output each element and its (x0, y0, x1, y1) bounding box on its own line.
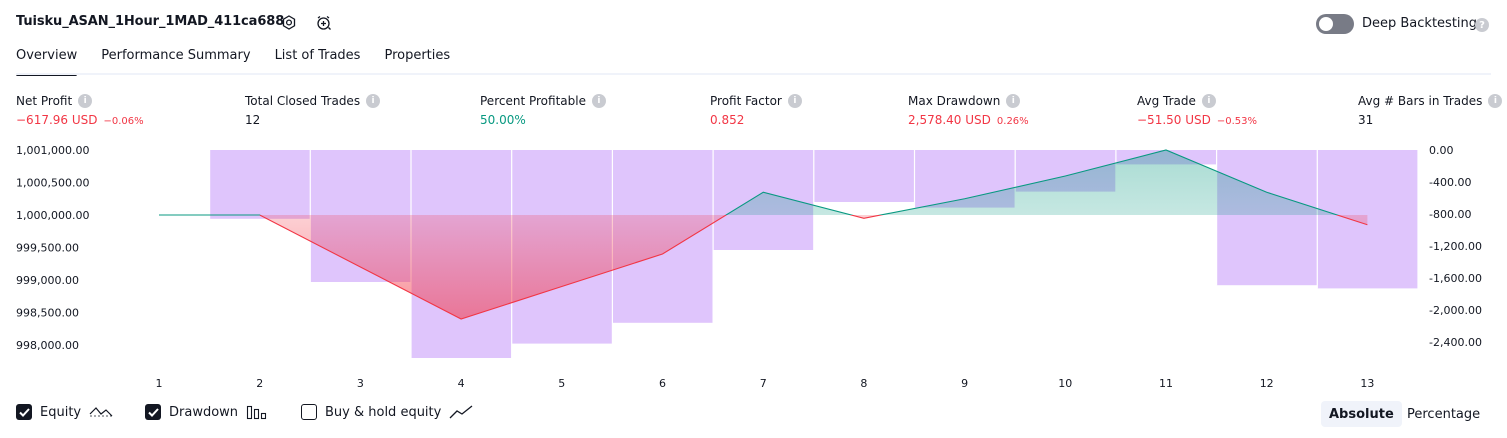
left-tick-label: 998,000.00 (16, 339, 79, 352)
metric-value: −51.50 USD (1137, 113, 1211, 127)
x-tick-label: 1 (156, 377, 163, 390)
left-tick-label: 999,500.00 (16, 242, 79, 255)
metric-value: 0.852 (710, 113, 745, 127)
metric-value: 50.00% (480, 113, 526, 127)
x-tick-label: 5 (558, 377, 565, 390)
metric-percent: −0.06% (103, 116, 144, 127)
drawdown-bar (1216, 150, 1317, 286)
equity-drawdown-chart[interactable]: 1,001,000.00 1,000,500.00 1,000,000.00 999,… (0, 136, 1507, 396)
drawdown-bar (209, 150, 310, 219)
x-tick-label: 11 (1159, 377, 1173, 390)
info-icon[interactable]: i (787, 94, 802, 108)
metric-percent-profitable: Percent Profitable i 50.00% (480, 94, 606, 127)
right-tick-label: 0.00 (1429, 144, 1454, 157)
x-tick-label: 4 (458, 377, 465, 390)
right-tick-label: -1,600.00 (1429, 272, 1482, 285)
right-tick-label: -1,200.00 (1429, 240, 1482, 253)
deep-backtesting-toggle[interactable] (1316, 14, 1354, 34)
absolute-button[interactable]: Absolute (1321, 401, 1402, 427)
legend-equity[interactable]: Equity (16, 404, 113, 420)
x-tick-label: 10 (1058, 377, 1072, 390)
x-tick-label: 3 (357, 377, 364, 390)
right-tick-label: -2,000.00 (1429, 304, 1482, 317)
metric-value: −617.96 USD (16, 113, 98, 127)
x-tick-label: 12 (1260, 377, 1274, 390)
metric-profit-factor: Profit Factor i 0.852 (710, 94, 802, 127)
metric-label: Max Drawdown (908, 94, 1001, 108)
x-tick-label: 2 (256, 377, 263, 390)
info-icon[interactable]: i (78, 94, 93, 108)
metric-label: Avg Trade (1137, 94, 1196, 108)
metric-value: 31 (1358, 113, 1374, 127)
toggle-knob (1319, 17, 1333, 31)
metric-label: Profit Factor (710, 94, 782, 108)
tab-performance-summary[interactable]: Performance Summary (101, 48, 250, 74)
x-axis: 1 2 3 4 5 6 7 8 9 10 11 12 13 (156, 377, 1375, 390)
info-icon[interactable]: i (591, 94, 606, 108)
drawdown-bar (813, 150, 914, 202)
right-tick-label: -800.00 (1429, 208, 1471, 221)
right-axis: 0.00 -400.00 -800.00 -1,200.00 -1,600.00 -2,0… (1429, 144, 1482, 349)
metric-label: Net Profit (16, 94, 73, 108)
metric-percent: 0.26% (996, 116, 1029, 127)
legend-buy-hold-equity[interactable]: Buy & hold equity (301, 404, 473, 420)
x-tick-label: 13 (1360, 377, 1374, 390)
buy-hold-line-icon (449, 405, 473, 419)
x-tick-label: 8 (860, 377, 867, 390)
legend-label: Drawdown (169, 404, 239, 420)
metric-label: Total Closed Trades (245, 94, 361, 108)
metric-value: 2,578.40 USD (908, 113, 991, 127)
legend-drawdown[interactable]: Drawdown (145, 404, 268, 420)
alarm-add-icon[interactable] (313, 12, 335, 34)
tab-list-of-trades[interactable]: List of Trades (275, 48, 361, 74)
metric-net-profit: Net Profit i −617.96 USD −0.06% (16, 94, 144, 127)
metric-percent: −0.53% (1216, 116, 1258, 127)
left-tick-label: 1,000,500.00 (16, 177, 89, 190)
metric-max-drawdown: Max Drawdown i 2,578.40 USD 0.26% (908, 94, 1029, 127)
checkbox-checked[interactable] (145, 404, 161, 420)
help-icon[interactable]: ? (1475, 18, 1489, 32)
metric-label: Avg # Bars in Trades (1358, 94, 1483, 108)
info-icon[interactable]: i (366, 94, 381, 108)
x-tick-label: 7 (760, 377, 767, 390)
percentage-button[interactable]: Percentage (1399, 401, 1488, 427)
checkbox-checked[interactable] (16, 404, 32, 420)
legend-label: Equity (40, 404, 82, 420)
metric-value: 12 (245, 113, 261, 127)
metric-label: Percent Profitable (480, 94, 586, 108)
metric-total-closed-trades: Total Closed Trades i 12 (245, 94, 381, 127)
x-tick-label: 9 (961, 377, 968, 390)
left-tick-label: 1,001,000.00 (16, 144, 89, 157)
info-icon[interactable]: i (1006, 94, 1021, 108)
left-tick-label: 1,000,000.00 (16, 209, 89, 222)
checkbox-unchecked[interactable] (301, 404, 317, 420)
left-tick-label: 998,500.00 (16, 307, 79, 320)
tabs-divider (16, 73, 1491, 75)
left-axis: 1,001,000.00 1,000,500.00 1,000,000.00 999,… (16, 144, 89, 352)
tab-overview[interactable]: Overview (16, 48, 78, 76)
report-tabs: Overview Performance Summary List of Tra… (16, 48, 450, 76)
equity-line-icon (89, 407, 113, 417)
drawdown-bars-icon (246, 405, 267, 420)
tab-properties[interactable]: Properties (384, 48, 450, 74)
deep-backtesting-label: Deep Backtesting (1362, 16, 1478, 31)
right-tick-label: -400.00 (1429, 176, 1471, 189)
metric-avg-bars-in-trades: Avg # Bars in Trades i 31 (1358, 94, 1503, 127)
left-tick-label: 999,000.00 (16, 274, 79, 287)
legend-label: Buy & hold equity (325, 404, 442, 420)
x-tick-label: 6 (659, 377, 666, 390)
settings-icon[interactable] (278, 12, 300, 34)
strategy-title: Tuisku_ASAN_1Hour_1MAD_411ca688 (16, 14, 285, 29)
info-icon[interactable]: i (1201, 94, 1216, 108)
right-tick-label: -2,400.00 (1429, 336, 1482, 349)
info-icon[interactable]: i (1488, 94, 1503, 108)
metric-avg-trade: Avg Trade i −51.50 USD −0.53% (1137, 94, 1257, 127)
